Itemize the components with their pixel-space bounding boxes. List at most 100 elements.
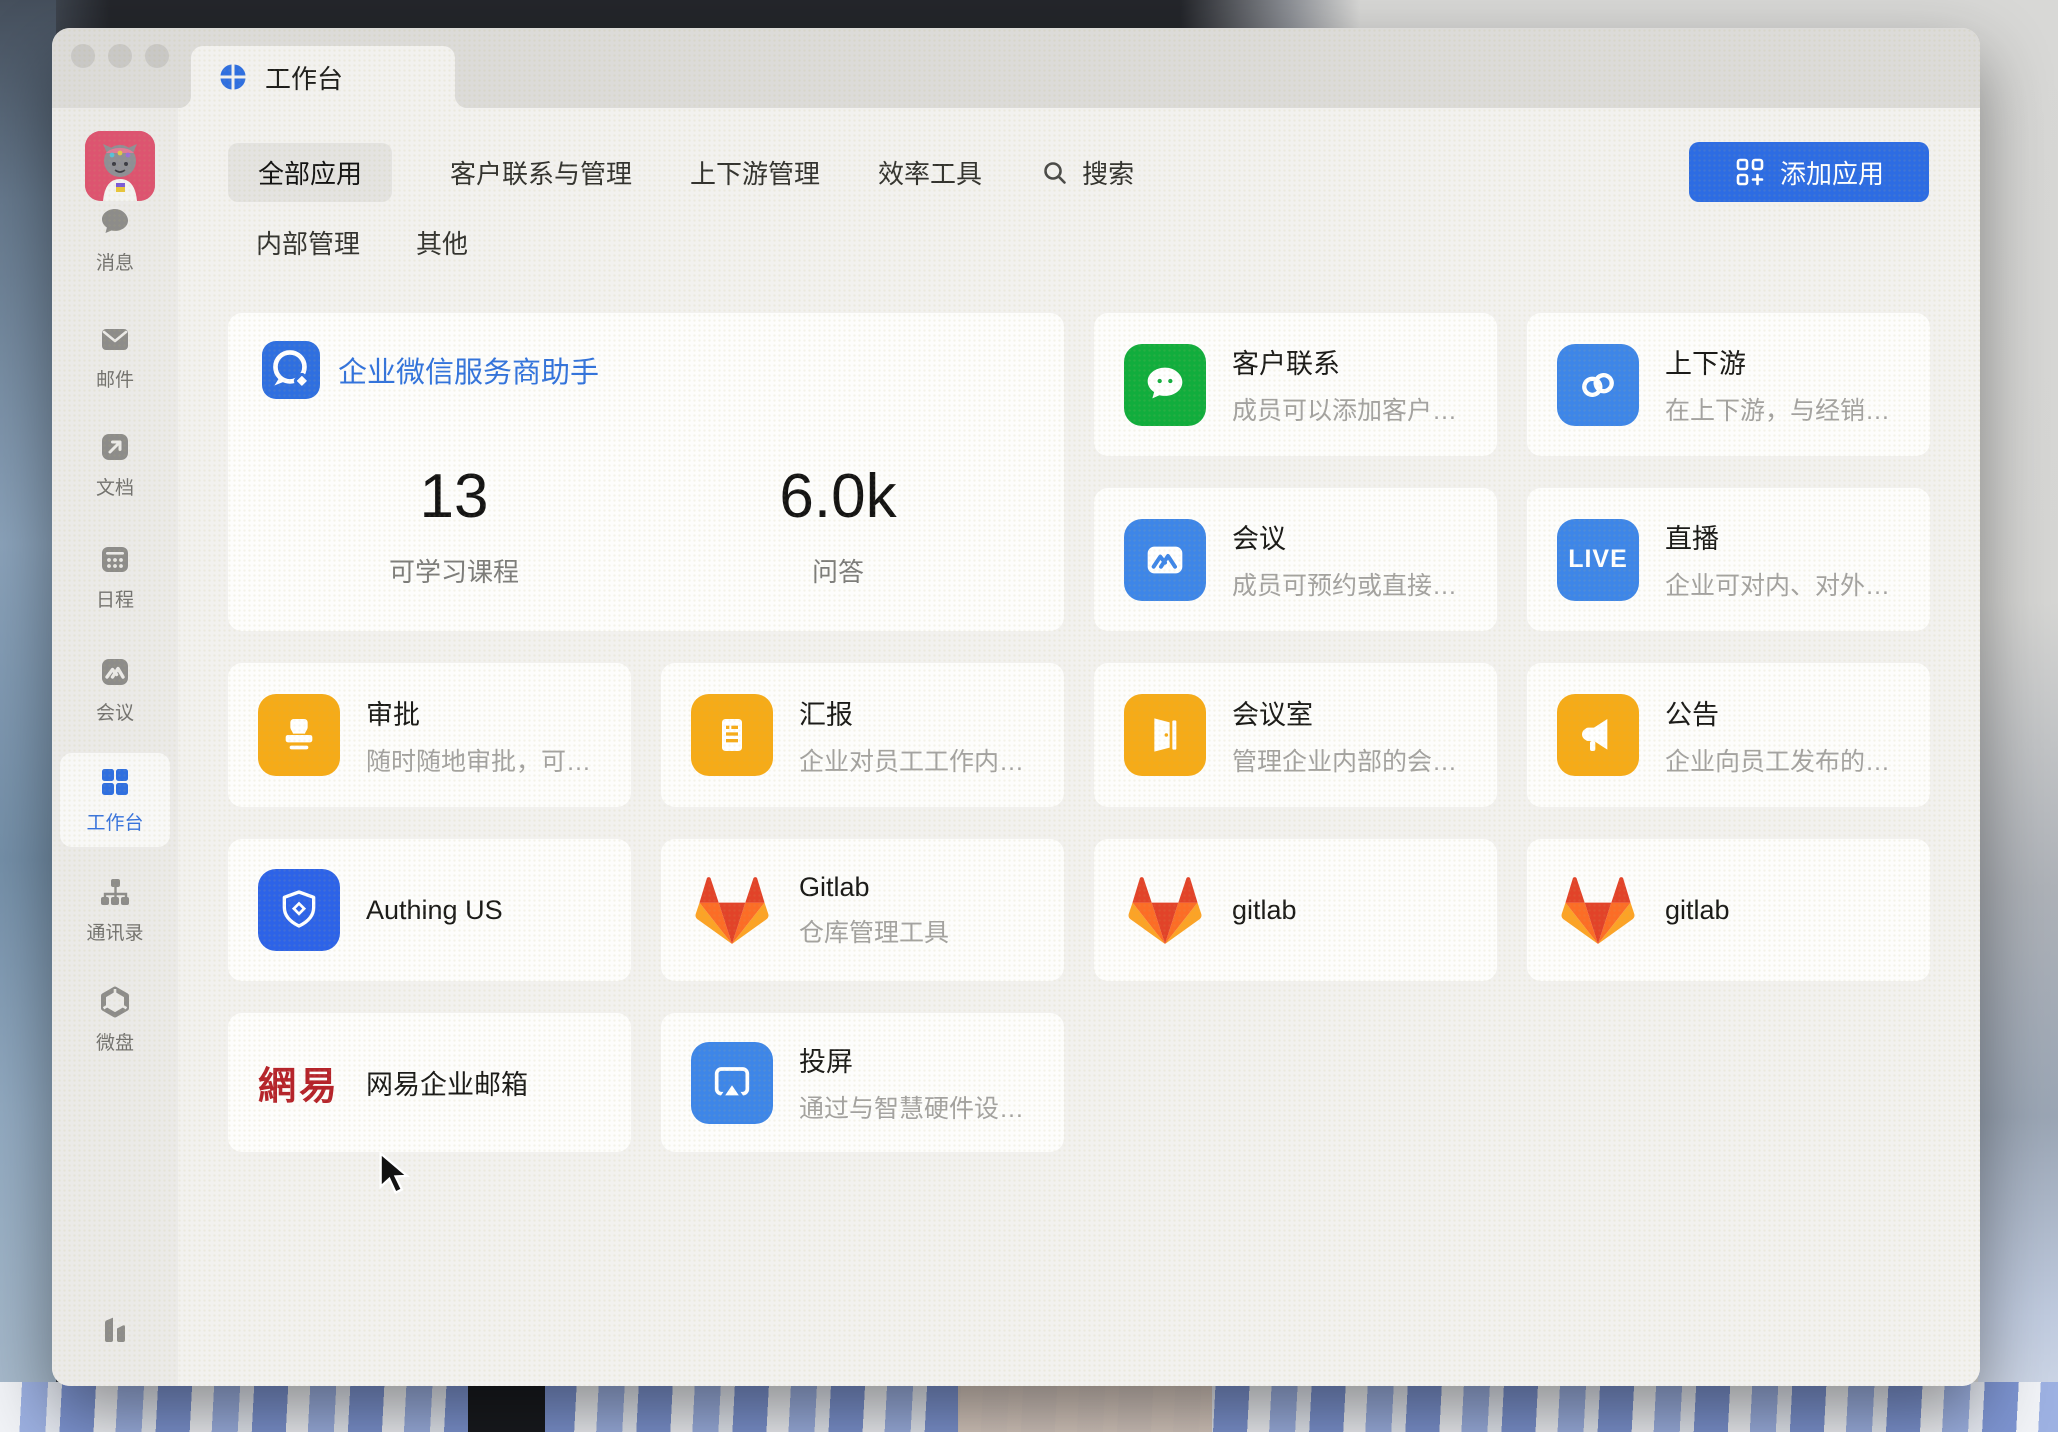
app-card-authing-us[interactable]: Authing US — [228, 839, 631, 981]
app-title: 公告 — [1665, 693, 1890, 732]
sidebar-bottom-apps-button[interactable] — [52, 1310, 178, 1348]
sidebar-item-mail[interactable]: 邮件 — [52, 320, 178, 392]
mouse-cursor — [370, 1150, 412, 1196]
app-card-gitlab-tool[interactable]: Gitlab 仓库管理工具 — [661, 839, 1064, 981]
search-label: 搜索 — [1082, 154, 1134, 191]
tab-workbench[interactable]: 工作台 — [191, 46, 455, 108]
apps-grid: 企业微信服务商助手 13 可学习课程 6.0k 问答 — [228, 313, 1930, 1152]
document-icon — [96, 428, 134, 466]
featured-header: 企业微信服务商助手 — [262, 341, 1030, 399]
app-card-netease-mail[interactable]: 網易 网易企业邮箱 — [228, 1013, 631, 1152]
window-titlebar: 工作台 — [52, 28, 1980, 108]
approval-stamp-icon — [258, 694, 340, 776]
screencast-icon — [691, 1042, 773, 1124]
add-app-button[interactable]: 添加应用 — [1689, 142, 1929, 202]
filter-all-apps[interactable]: 全部应用 — [228, 143, 392, 202]
calendar-icon — [96, 540, 134, 578]
app-title: 上下游 — [1665, 342, 1890, 381]
avatar-cat-image — [85, 131, 155, 201]
app-title: gitlab — [1232, 895, 1297, 926]
sidebar-item-calendar[interactable]: 日程 — [52, 540, 178, 612]
gitlab-logo — [1557, 869, 1639, 951]
sidebar-item-label: 日程 — [96, 585, 134, 612]
sidebar-item-label: 通讯录 — [86, 918, 143, 945]
filter-efficiency-tools[interactable]: 效率工具 — [878, 154, 982, 191]
close-window-button[interactable] — [71, 44, 95, 68]
netease-logo-text: 網易 — [258, 1055, 340, 1110]
app-title: gitlab — [1665, 895, 1730, 926]
sidebar-item-meeting[interactable]: 会议 — [52, 653, 178, 725]
app-title: Authing US — [366, 895, 503, 926]
sidebar-item-contacts[interactable]: 通讯录 — [52, 873, 178, 945]
add-app-label: 添加应用 — [1780, 154, 1884, 191]
stat-qa-value: 6.0k — [646, 461, 1030, 532]
customer-contact-icon — [1124, 344, 1206, 426]
app-card-gitlab-3[interactable]: gitlab — [1527, 839, 1930, 981]
category-filter-row-2: 内部管理 其他 — [256, 224, 468, 261]
filter-others[interactable]: 其他 — [416, 224, 468, 261]
add-app-icon — [1734, 156, 1766, 188]
app-title: 会议室 — [1232, 693, 1457, 732]
workspace-bars-icon — [96, 1310, 134, 1348]
app-card-meeting-room[interactable]: 会议室 管理企业内部的会… — [1094, 663, 1497, 807]
meeting-app-icon — [1124, 519, 1206, 601]
minimize-window-button[interactable] — [108, 44, 132, 68]
featured-title[interactable]: 企业微信服务商助手 — [338, 349, 599, 391]
netease-logo: 網易 — [258, 1042, 340, 1124]
wedrive-cube-icon — [96, 983, 134, 1021]
zoom-window-button[interactable] — [145, 44, 169, 68]
sidebar-item-messages[interactable]: 消息 — [52, 203, 178, 275]
sidebar-item-label: 文档 — [96, 473, 134, 500]
meeting-icon — [96, 653, 134, 691]
filter-internal-management[interactable]: 内部管理 — [256, 224, 360, 261]
filter-customer-management[interactable]: 客户联系与管理 — [450, 154, 632, 191]
app-title: 客户联系 — [1232, 342, 1457, 381]
app-card-report[interactable]: 汇报 企业对员工工作内… — [661, 663, 1064, 807]
report-doc-icon — [691, 694, 773, 776]
sidebar-item-label: 消息 — [96, 248, 134, 275]
org-chart-icon — [96, 873, 134, 911]
app-card-approval[interactable]: 审批 随时随地审批，可… — [228, 663, 631, 807]
app-card-supply-chain[interactable]: 上下游 在上下游，与经销… — [1527, 313, 1930, 456]
sidebar-item-label: 微盘 — [96, 1028, 134, 1055]
app-desc: 随时随地审批，可… — [366, 742, 591, 778]
desktop-wallpaper-bottom — [0, 1382, 2058, 1432]
avatar[interactable] — [85, 131, 155, 201]
search-button[interactable]: 搜索 — [1040, 154, 1134, 191]
app-card-meeting[interactable]: 会议 成员可预约或直接… — [1094, 488, 1497, 631]
app-desc: 在上下游，与经销… — [1665, 391, 1890, 427]
sidebar-item-docs[interactable]: 文档 — [52, 428, 178, 500]
app-desc: 管理企业内部的会… — [1232, 742, 1457, 778]
app-card-customer-contact[interactable]: 客户联系 成员可以添加客户… — [1094, 313, 1497, 456]
app-desc: 成员可预约或直接… — [1232, 566, 1457, 602]
app-title: 直播 — [1665, 517, 1890, 556]
live-icon: LIVE — [1557, 519, 1639, 601]
featured-card-wecom-service-assistant[interactable]: 企业微信服务商助手 13 可学习课程 6.0k 问答 — [228, 313, 1064, 631]
app-card-announcement[interactable]: 公告 企业向员工发布的… — [1527, 663, 1930, 807]
wecom-window: 工作台 消息 — [52, 28, 1980, 1386]
featured-stats: 13 可学习课程 6.0k 问答 — [262, 461, 1030, 589]
app-desc: 通过与智慧硬件设… — [799, 1089, 1024, 1125]
workbench-clover-icon — [217, 61, 249, 93]
sidebar-item-workbench[interactable]: 工作台 — [52, 763, 178, 835]
filter-supply-chain[interactable]: 上下游管理 — [690, 154, 820, 191]
search-icon — [1040, 158, 1070, 188]
app-card-screencast[interactable]: 投屏 通过与智慧硬件设… — [661, 1013, 1064, 1152]
app-card-live[interactable]: LIVE 直播 企业可对内、对外… — [1527, 488, 1930, 631]
sidebar-item-wedrive[interactable]: 微盘 — [52, 983, 178, 1055]
stat-courses-label: 可学习课程 — [262, 552, 646, 589]
app-title: 审批 — [366, 693, 591, 732]
sidebar: 消息 邮件 文档 日程 — [52, 108, 178, 1386]
sidebar-item-label: 工作台 — [86, 808, 143, 835]
app-desc: 企业可对内、对外… — [1665, 566, 1890, 602]
app-desc: 成员可以添加客户… — [1232, 391, 1457, 427]
app-title: 投屏 — [799, 1040, 1024, 1079]
app-title: Gitlab — [799, 872, 949, 903]
sidebar-item-label: 会议 — [96, 698, 134, 725]
app-title: 汇报 — [799, 693, 1024, 732]
live-icon-text: LIVE — [1568, 545, 1628, 574]
traffic-lights[interactable] — [71, 44, 169, 68]
envelope-icon — [96, 320, 134, 358]
app-card-gitlab-2[interactable]: gitlab — [1094, 839, 1497, 981]
category-filter-row: 全部应用 客户联系与管理 上下游管理 效率工具 搜索 — [228, 143, 1134, 202]
